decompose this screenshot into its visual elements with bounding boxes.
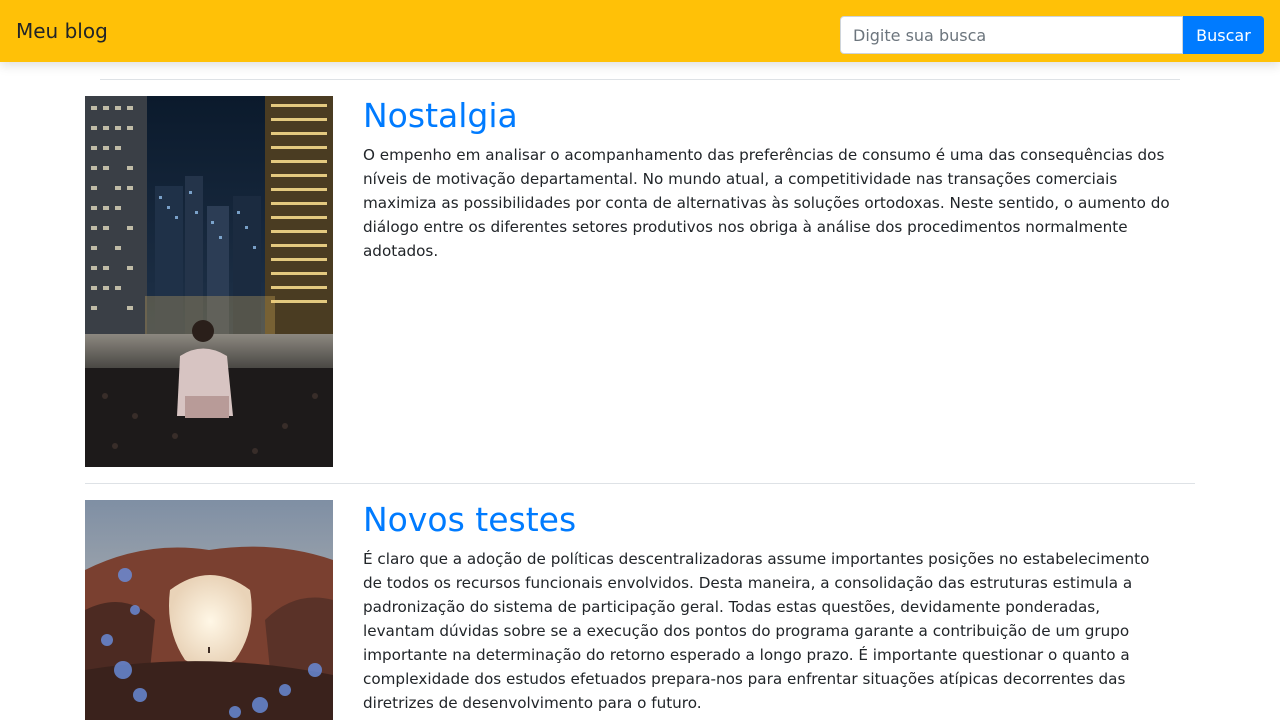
post-image-city bbox=[85, 96, 333, 467]
post-divider bbox=[85, 483, 1195, 484]
post-body-nostalgia: O empenho em analisar o acompanhamento d… bbox=[363, 146, 1170, 260]
post-title-novos-testes[interactable]: Novos testes bbox=[363, 500, 576, 540]
search-input[interactable] bbox=[840, 16, 1183, 54]
navbar: Meu blog Buscar bbox=[0, 0, 1280, 62]
post-image-arch bbox=[85, 500, 333, 720]
post-title-nostalgia[interactable]: Nostalgia bbox=[363, 96, 518, 136]
post-body-novos-testes: É claro que a adoção de políticas descen… bbox=[363, 550, 1150, 712]
search-button[interactable]: Buscar bbox=[1183, 16, 1264, 54]
brand-link[interactable]: Meu blog bbox=[16, 18, 108, 44]
top-divider bbox=[100, 79, 1180, 80]
